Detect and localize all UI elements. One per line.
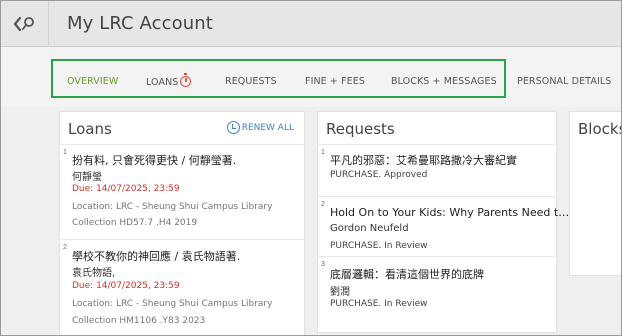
request-status: PURCHASE. In Review <box>330 241 428 251</box>
loan-author: 袁氏物語, <box>72 268 116 279</box>
blocks-card: Blocks <box>569 111 622 276</box>
back-search-button[interactable] <box>1 1 49 47</box>
request-status: PURCHASE. In Review <box>330 299 428 309</box>
loan-location: Location: LRC - Sheung Shui Campus Libra… <box>72 299 273 309</box>
item-number: 2 <box>321 201 325 208</box>
blocks-card-title: Blocks <box>578 120 622 138</box>
request-author: 劉潤 <box>330 287 350 298</box>
page-title: My LRC Account <box>67 13 213 34</box>
requests-card-title: Requests <box>326 120 395 138</box>
request-item[interactable]: 2 Hold On to Your Kids: Why Parents Need… <box>318 196 569 256</box>
item-number: 1 <box>321 149 325 156</box>
loan-title[interactable]: 學校不教你的神回應 / 袁氏物語著. <box>72 248 240 264</box>
renew-all-button[interactable]: RENEW ALL <box>226 121 294 134</box>
item-number: 3 <box>321 261 325 268</box>
tab-personal-details[interactable]: PERSONAL DETAILS <box>517 76 611 87</box>
item-number: 1 <box>63 149 67 156</box>
tab-loans-label: LOANS <box>146 77 179 88</box>
loan-author: 何靜瑩 <box>72 172 102 183</box>
loan-due-date: Due: 14/07/2025, 23:59 <box>72 184 180 194</box>
loans-card: Loans RENEW ALL 1 扮有料, 只會死得更快 / 何靜瑩著. 何靜… <box>59 111 305 335</box>
requests-card: Requests 1 平凡的邪惡：艾希曼耶路撒冷大審紀實 PURCHASE. A… <box>317 111 569 333</box>
tab-requests[interactable]: REQUESTS <box>225 76 277 87</box>
loan-item[interactable]: 1 扮有料, 只會死得更快 / 何靜瑩著. 何靜瑩 Due: 14/07/202… <box>60 144 304 239</box>
tab-loans[interactable]: LOANS <box>146 73 192 88</box>
renew-all-label: RENEW ALL <box>241 122 294 133</box>
request-author: Gordon Neufeld <box>330 223 409 234</box>
loan-location: Location: LRC - Sheung Shui Campus Libra… <box>72 202 273 212</box>
tabs-bar: OVERVIEW LOANS REQUESTS FINE + FEES BLOC… <box>1 47 621 107</box>
request-title[interactable]: Hold On to Your Kids: Why Parents Need t… <box>330 206 569 219</box>
loan-due-date: Due: 14/07/2025, 23:59 <box>72 281 180 291</box>
header-bar: My LRC Account <box>1 1 621 47</box>
request-status: PURCHASE. Approved <box>330 170 428 180</box>
loan-collection: Collection HD57.7 .H4 2019 <box>72 218 198 228</box>
loan-title[interactable]: 扮有料, 只會死得更快 / 何靜瑩著. <box>72 152 236 168</box>
loan-item[interactable]: 2 學校不教你的神回應 / 袁氏物語著. 袁氏物語, Due: 14/07/20… <box>60 239 304 335</box>
request-title[interactable]: 底層邏輯：看清這個世界的底牌 <box>330 266 484 282</box>
renew-clock-icon <box>226 121 240 134</box>
tab-fine-fees[interactable]: FINE + FEES <box>305 76 365 87</box>
loan-collection: Collection HM1106 .Y83 2023 <box>72 316 206 326</box>
timer-icon <box>180 73 192 87</box>
item-number: 2 <box>63 244 67 251</box>
request-item[interactable]: 3 底層邏輯：看清這個世界的底牌 劉潤 PURCHASE. In Review <box>318 256 556 316</box>
back-search-icon <box>13 16 34 32</box>
tab-overview[interactable]: OVERVIEW <box>67 76 118 87</box>
app-window: My LRC Account OVERVIEW LOANS REQUESTS F… <box>0 0 622 336</box>
request-item[interactable]: 1 平凡的邪惡：艾希曼耶路撒冷大審紀實 PURCHASE. Approved <box>318 144 556 196</box>
tab-blocks-messages[interactable]: BLOCKS + MESSAGES <box>391 76 497 87</box>
request-title[interactable]: 平凡的邪惡：艾希曼耶路撒冷大審紀實 <box>330 152 517 168</box>
loans-card-title: Loans <box>68 120 112 138</box>
